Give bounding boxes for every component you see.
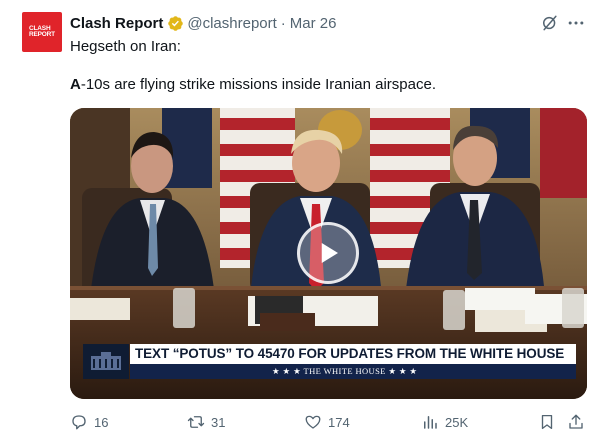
views-button[interactable]: 25K [421, 410, 468, 434]
views-count: 25K [445, 414, 469, 430]
share-button[interactable] [567, 410, 591, 434]
avatar-logo-text-2: REPORT [29, 31, 55, 38]
author-name[interactable]: Clash Report [70, 15, 163, 32]
avatar[interactable]: CLASH REPORT [22, 12, 62, 52]
like-icon [305, 415, 321, 429]
reply-button[interactable]: 16 [70, 410, 108, 434]
like-button[interactable]: 174 [304, 410, 350, 434]
play-icon [321, 243, 338, 263]
action-bar: 16 31 174 25K [0, 410, 595, 434]
tweet-text-line-1: Hegseth on Iran: [70, 38, 181, 55]
banner-sub-text: ★ ★ ★ THE WHITE HOUSE ★ ★ ★ [130, 364, 576, 379]
tweet-header: Clash Report @clashreport · Mar 26 [70, 13, 336, 33]
white-house-logo-icon [83, 344, 129, 379]
tweet-text-bold-letter: A [70, 76, 81, 93]
bookmark-icon [541, 414, 553, 430]
reply-count: 16 [94, 414, 109, 430]
play-button[interactable] [297, 222, 359, 284]
post-date[interactable]: Mar 26 [290, 15, 337, 32]
grok-icon[interactable] [540, 13, 560, 33]
verified-badge-icon[interactable] [167, 15, 184, 32]
repost-button[interactable]: 31 [187, 410, 225, 434]
tweet-text-line-2: A-10s are flying strike missions inside … [70, 75, 436, 95]
bookmark-button[interactable] [538, 410, 562, 434]
header-separator: · [280, 14, 286, 32]
views-icon [424, 416, 437, 429]
share-icon [569, 414, 583, 429]
repost-icon [187, 416, 205, 428]
repost-count: 31 [211, 414, 226, 430]
like-count: 174 [328, 414, 350, 430]
video-banner: TEXT “POTUS” TO 45470 FOR UPDATES FROM T… [83, 344, 576, 379]
banner-main-text: TEXT “POTUS” TO 45470 FOR UPDATES FROM T… [130, 344, 576, 364]
tweet[interactable]: CLASH REPORT Clash Report @clashreport ·… [0, 0, 595, 446]
reply-icon [72, 415, 86, 430]
more-icon[interactable] [566, 13, 586, 33]
avatar-logo: CLASH REPORT [29, 25, 55, 38]
tweet-text-rest: -10s are flying strike missions inside I… [80, 76, 436, 93]
author-handle[interactable]: @clashreport [187, 15, 276, 32]
